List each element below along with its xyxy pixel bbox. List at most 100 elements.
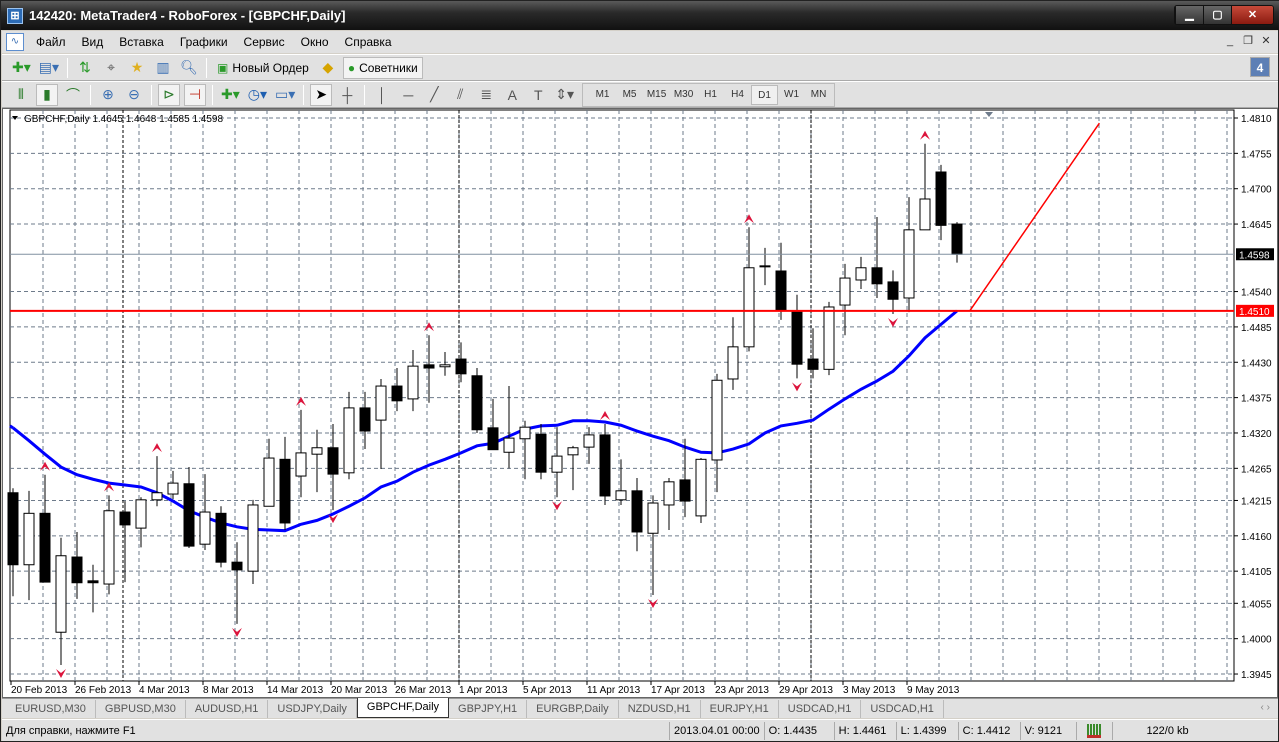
- price-axis-label: 1.4105: [1241, 567, 1272, 578]
- candle-body: [247, 504, 259, 572]
- tab-scroll-arrows-icon[interactable]: ‹ ›: [1261, 702, 1270, 713]
- candle-body: [631, 490, 643, 533]
- candle-body: [615, 490, 627, 501]
- candle-body: [487, 427, 499, 451]
- candle-body: [711, 379, 723, 461]
- candle-body: [279, 458, 291, 524]
- candle-body: [407, 365, 419, 400]
- chart-tab[interactable]: USDCAD,H1: [861, 700, 944, 718]
- date-axis-label: 29 Apr 2013: [779, 685, 833, 696]
- chart-tab[interactable]: USDJPY,Daily: [268, 700, 357, 718]
- price-axis-label: 1.4000: [1241, 635, 1272, 646]
- candle-body: [439, 364, 451, 368]
- chart-window[interactable]: 1.4598 1.4510 1.4810 1.4755 1.4700 1.4645 1.45…: [2, 108, 1278, 698]
- candle-body: [23, 512, 35, 566]
- price-axis-label: 1.4265: [1241, 464, 1272, 475]
- candle-body: [775, 270, 787, 312]
- candle-body: [679, 479, 691, 502]
- price-axis-label: 1.4485: [1241, 323, 1272, 334]
- chart-tab[interactable]: USDCAD,H1: [779, 700, 862, 718]
- status-low: L: 1.4399: [897, 721, 959, 740]
- candle-body: [871, 267, 883, 285]
- hline-price-label: 1.4510: [1239, 307, 1270, 318]
- status-volume: V: 9121: [1021, 721, 1077, 740]
- candle-body: [759, 265, 771, 268]
- candle-body: [567, 447, 579, 456]
- candle: [823, 301, 835, 376]
- candle-body: [695, 458, 707, 517]
- chart-tab[interactable]: NZDUSD,H1: [619, 700, 701, 718]
- date-axis-label: 5 Apr 2013: [523, 685, 572, 696]
- date-axis-label: 17 Apr 2013: [651, 685, 705, 696]
- status-open: O: 1.4435: [765, 721, 835, 740]
- date-axis-label: 11 Apr 2013: [587, 685, 641, 696]
- metatrader-window: ⊞ 142420: MetaTrader4 - RoboForex - [GBP…: [0, 0, 1279, 742]
- chart-tabs: EURUSD,M30 GBPUSD,M30 AUDUSD,H1 USDJPY,Dail…: [2, 698, 1278, 718]
- candle: [247, 499, 259, 585]
- candle-body: [167, 482, 179, 495]
- candle-body: [391, 385, 403, 402]
- price-chart[interactable]: 1.4598 1.4510 1.4810 1.4755 1.4700 1.4645 1.45…: [2, 2, 1279, 699]
- chart-tab[interactable]: GBPCHF,Daily: [356, 698, 450, 718]
- candle-body: [263, 457, 275, 507]
- candle-body: [327, 447, 339, 475]
- chart-tab[interactable]: EURGBP,Daily: [527, 700, 619, 718]
- date-axis-label: 20 Feb 2013: [11, 685, 68, 696]
- status-help: Для справки, нажмите F1: [2, 721, 670, 740]
- candle-body: [855, 267, 867, 281]
- candle-body: [519, 426, 531, 440]
- date-axis-label: 3 May 2013: [843, 685, 896, 696]
- status-bar: Для справки, нажмите F1 2013.04.01 00:00…: [2, 719, 1278, 741]
- date-axis-label: 4 Mar 2013: [139, 685, 190, 696]
- candle-body: [375, 385, 387, 421]
- candle-body: [647, 502, 659, 534]
- chart-tab[interactable]: EURUSD,M30: [6, 700, 96, 718]
- date-axis-label: 23 Apr 2013: [715, 685, 769, 696]
- candle-body: [471, 375, 483, 431]
- date-axis-label: 14 Mar 2013: [267, 685, 324, 696]
- candle-body: [839, 277, 851, 306]
- candle-body: [199, 511, 211, 545]
- price-axis-label: 1.4755: [1241, 149, 1272, 160]
- price-axis-label: 1.4160: [1241, 532, 1272, 543]
- candle-body: [71, 556, 83, 584]
- price-axis-label: 1.4645: [1241, 220, 1272, 231]
- candle-body: [583, 434, 595, 448]
- chart-tab[interactable]: AUDUSD,H1: [186, 700, 269, 718]
- price-axis-label: 1.4055: [1241, 599, 1272, 610]
- candle-body: [55, 555, 67, 633]
- candle-body: [951, 223, 963, 255]
- price-axis-label: 1.4375: [1241, 394, 1272, 405]
- chart-tab[interactable]: GBPUSD,M30: [96, 700, 186, 718]
- status-traffic: 122/0 kb: [1146, 724, 1189, 737]
- date-axis-label: 26 Feb 2013: [75, 685, 132, 696]
- candle-body: [343, 407, 355, 474]
- date-axis-label: 20 Mar 2013: [331, 685, 388, 696]
- price-axis-label: 1.4215: [1241, 496, 1272, 507]
- bid-price-label: 1.4598: [1239, 250, 1270, 261]
- date-axis-label: 1 Apr 2013: [459, 685, 508, 696]
- candle-body: [727, 346, 739, 380]
- candle-body: [791, 310, 803, 365]
- candle-body: [807, 358, 819, 370]
- candle-body: [823, 306, 835, 370]
- candle-body: [663, 481, 675, 506]
- candle-body: [887, 281, 899, 300]
- status-close: C: 1.4412: [959, 721, 1021, 740]
- connection-status: [1077, 721, 1113, 740]
- candle-body: [231, 561, 243, 571]
- candle-body: [535, 433, 547, 473]
- candle-body: [743, 267, 755, 348]
- moving-average-line-start: [9, 424, 14, 430]
- candle-body: [503, 437, 515, 453]
- chart-header: GBPCHF,Daily 1.4645 1.4648 1.4585 1.4598: [24, 114, 223, 125]
- candle-body: [903, 229, 915, 299]
- candle-body: [183, 483, 195, 547]
- chart-tab[interactable]: GBPJPY,H1: [449, 700, 528, 718]
- chart-tab[interactable]: EURJPY,H1: [701, 700, 779, 718]
- candle-body: [103, 510, 115, 585]
- date-axis-label: 8 Mar 2013: [203, 685, 254, 696]
- candle-body: [295, 452, 307, 477]
- connection-bars-icon: [1087, 723, 1102, 738]
- date-axis-label: 9 May 2013: [907, 685, 960, 696]
